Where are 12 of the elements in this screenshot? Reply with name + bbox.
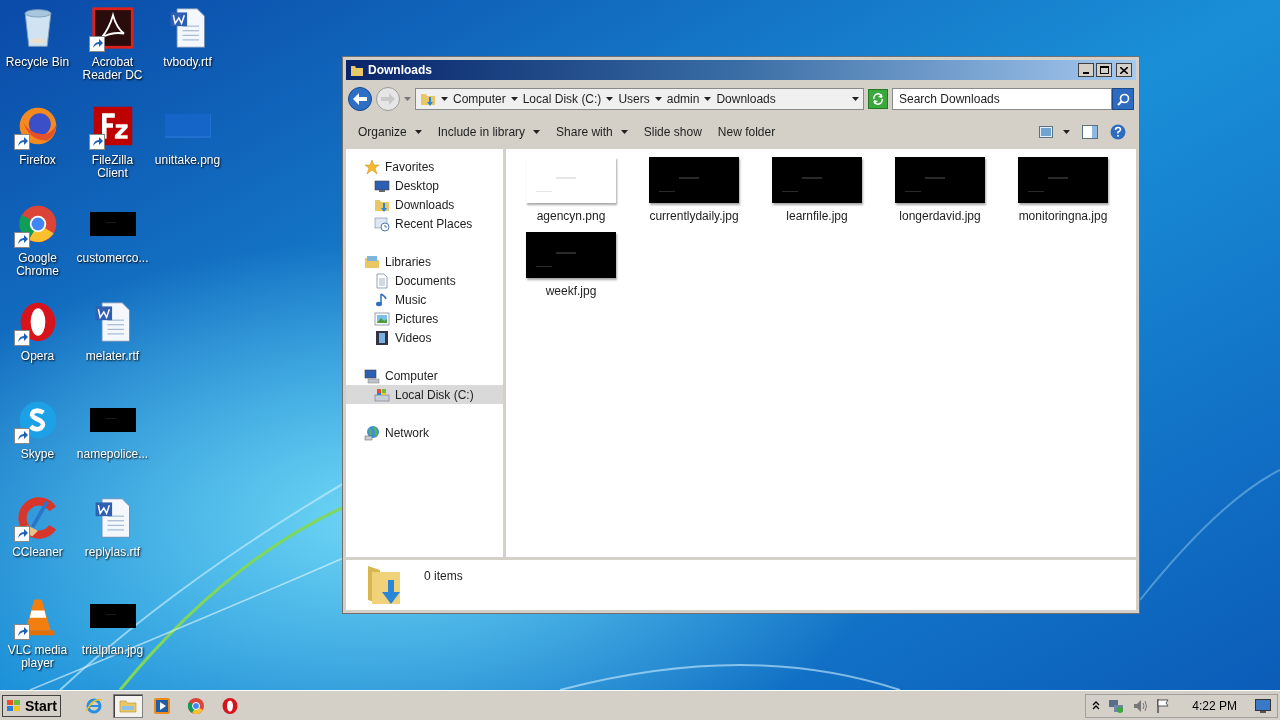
opera-icon (220, 696, 239, 715)
network-icon[interactable] (1108, 697, 1125, 714)
start-button[interactable]: Start (2, 694, 61, 717)
chevron-up-icon[interactable] (1092, 700, 1101, 711)
taskbar-app-button[interactable] (112, 693, 143, 718)
show-desktop-icon[interactable] (1255, 698, 1271, 713)
internet-explorer-icon (84, 696, 103, 715)
media-player-icon (152, 696, 171, 715)
flag-icon[interactable] (1156, 697, 1171, 714)
chrome-icon (186, 696, 205, 715)
windows-logo-icon (6, 698, 22, 713)
clock[interactable]: 4:22 PM (1192, 697, 1237, 714)
